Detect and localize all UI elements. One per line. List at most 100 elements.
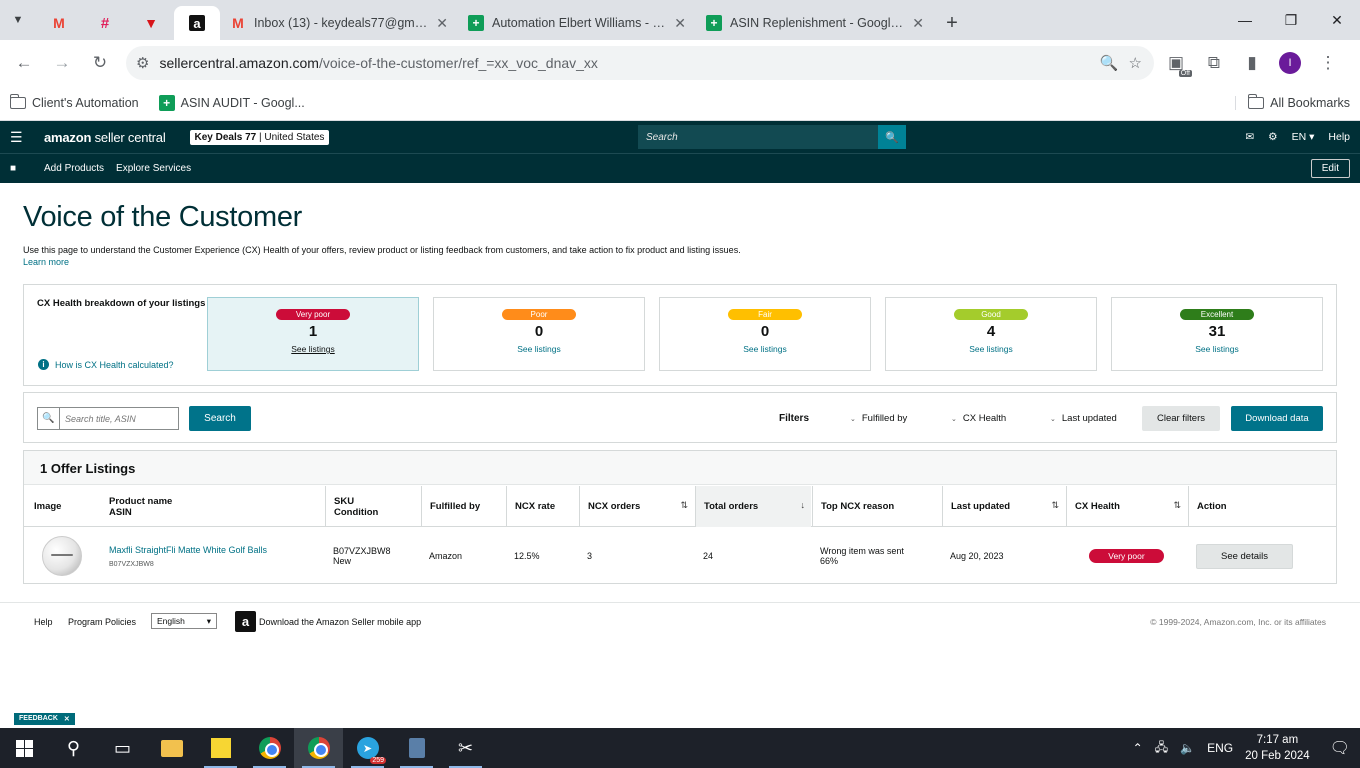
footer-policies-link[interactable]: Program Policies bbox=[68, 617, 136, 627]
side-panel-icon[interactable]: ▮ bbox=[1236, 47, 1268, 79]
download-data-button[interactable]: Download data bbox=[1231, 406, 1323, 431]
cx-health-help-link[interactable]: i How is CX Health calculated? bbox=[38, 359, 174, 370]
see-listings-link[interactable]: See listings bbox=[291, 344, 334, 354]
bookmark-asin-audit[interactable]: + ASIN AUDIT - Googl... bbox=[158, 95, 305, 111]
see-listings-link[interactable]: See listings bbox=[1195, 344, 1238, 354]
desktop-app-icon[interactable]: ▭ bbox=[98, 728, 147, 768]
extension-off-icon[interactable]: ▣ Off bbox=[1160, 47, 1192, 79]
col-sku[interactable]: SKU Condition bbox=[325, 486, 420, 527]
product-name-link[interactable]: Maxfli StraightFli Matte White Golf Ball… bbox=[109, 545, 323, 555]
file-explorer-icon[interactable] bbox=[147, 728, 196, 768]
gear-icon[interactable]: ⚙ bbox=[1268, 131, 1277, 143]
close-icon[interactable]: ✕ bbox=[912, 15, 924, 32]
search-icon[interactable]: 🔍 bbox=[878, 125, 906, 149]
search-icon[interactable]: ⚲ bbox=[49, 728, 98, 768]
forward-icon[interactable]: → bbox=[46, 47, 78, 79]
footer-app-link[interactable]: Download the Amazon Seller mobile app bbox=[259, 617, 421, 627]
site-info-icon[interactable]: ⚙ bbox=[136, 54, 149, 72]
filter-last-updated[interactable]: ⌄ Last updated bbox=[1050, 413, 1117, 424]
minimize-icon[interactable]: — bbox=[1222, 0, 1268, 40]
cx-card-very-poor[interactable]: Very poor 1 See listings bbox=[207, 297, 419, 371]
calculator-icon[interactable] bbox=[392, 728, 441, 768]
feedback-tab[interactable]: FEEDBACK ✕ bbox=[14, 713, 75, 725]
close-window-icon[interactable]: ✕ bbox=[1314, 0, 1360, 40]
listing-search-input[interactable] bbox=[60, 408, 178, 429]
filter-fulfilled-by[interactable]: ⌄ Fulfilled by bbox=[850, 413, 907, 424]
chrome-profile-icon[interactable] bbox=[294, 728, 343, 768]
telegram-icon[interactable]: ➤ 259 bbox=[343, 728, 392, 768]
help-link[interactable]: Help bbox=[1328, 131, 1350, 143]
col-cx-health[interactable]: CX Health ⇅ bbox=[1066, 486, 1187, 527]
col-last-updated[interactable]: Last updated ⇅ bbox=[942, 486, 1065, 527]
close-icon[interactable]: ✕ bbox=[674, 15, 686, 32]
clear-filters-button[interactable]: Clear filters bbox=[1142, 406, 1220, 431]
see-listings-link[interactable]: See listings bbox=[743, 344, 786, 354]
nav-add-products[interactable]: Add Products bbox=[44, 163, 104, 174]
product-image-golf-ball[interactable] bbox=[42, 536, 82, 576]
col-fulfilled-by[interactable]: Fulfilled by bbox=[421, 486, 505, 527]
close-icon[interactable]: ✕ bbox=[436, 15, 448, 32]
tab-search-chevron-icon[interactable]: ▼ bbox=[0, 0, 36, 40]
bookmark-clients-automation[interactable]: Client's Automation bbox=[9, 94, 139, 110]
address-bar[interactable]: ⚙ sellercentral.amazon.com/voice-of-the-… bbox=[126, 46, 1154, 80]
clock[interactable]: 7:17 am 20 Feb 2024 bbox=[1245, 732, 1310, 764]
seller-central-logo[interactable]: amazon seller central bbox=[44, 130, 166, 145]
close-icon[interactable]: ✕ bbox=[64, 715, 70, 723]
col-top-ncx-reason[interactable]: Top NCX reason bbox=[812, 486, 941, 527]
col-ncx-rate[interactable]: NCX rate bbox=[506, 486, 578, 527]
cx-card-excellent[interactable]: Excellent 31 See listings bbox=[1111, 297, 1323, 371]
store-selector[interactable]: Key Deals 77 | United States bbox=[189, 129, 330, 145]
header-search-input[interactable] bbox=[638, 125, 878, 149]
amazon-app-icon[interactable]: a bbox=[235, 611, 256, 632]
sort-icon[interactable]: ⇅ bbox=[1051, 500, 1059, 511]
learn-more-link[interactable]: Learn more bbox=[23, 257, 69, 267]
language-selector[interactable]: EN ▾ bbox=[1292, 131, 1315, 143]
see-details-button[interactable]: See details bbox=[1196, 543, 1293, 569]
nav-explore-services[interactable]: Explore Services bbox=[116, 163, 191, 174]
volume-icon[interactable]: 🔈 bbox=[1180, 741, 1195, 755]
search-button[interactable]: Search bbox=[189, 406, 251, 431]
reload-icon[interactable]: ↻ bbox=[84, 47, 116, 79]
col-ncx-orders[interactable]: NCX orders ⇅ bbox=[579, 486, 694, 527]
footer-help-link[interactable]: Help bbox=[34, 617, 53, 627]
see-listings-link[interactable]: See listings bbox=[969, 344, 1012, 354]
tab-asin-replenishment[interactable]: + ASIN Replenishment - Google S ✕ bbox=[696, 6, 934, 40]
star-icon[interactable]: ☆ bbox=[1129, 54, 1142, 72]
windows-start-icon[interactable] bbox=[0, 728, 49, 768]
cx-card-poor[interactable]: Poor 0 See listings bbox=[433, 297, 645, 371]
restore-icon[interactable]: ❐ bbox=[1268, 0, 1314, 40]
chrome-icon[interactable] bbox=[245, 728, 294, 768]
profile-avatar[interactable]: I bbox=[1274, 47, 1306, 79]
tab-pinned-slack[interactable]: # bbox=[82, 6, 128, 40]
footer-language-select[interactable]: English ▾ bbox=[151, 613, 217, 629]
col-product-name[interactable]: Product name ASIN bbox=[101, 486, 323, 527]
tab-pinned-vpn[interactable]: ▼ bbox=[128, 6, 174, 40]
edit-button[interactable]: Edit bbox=[1310, 159, 1350, 178]
input-language[interactable]: ENG bbox=[1207, 741, 1233, 755]
cx-card-fair[interactable]: Fair 0 See listings bbox=[659, 297, 871, 371]
see-listings-link[interactable]: See listings bbox=[517, 344, 560, 354]
tab-pinned-amazon[interactable]: a bbox=[174, 6, 220, 40]
extensions-puzzle-icon[interactable]: ⧉ bbox=[1198, 47, 1230, 79]
mail-icon[interactable]: ✉ bbox=[1245, 131, 1254, 143]
bookmark-icon[interactable]: ■ bbox=[10, 163, 32, 174]
filter-cx-health[interactable]: ⌄ CX Health bbox=[951, 413, 1006, 424]
notification-icon[interactable]: 🗨 bbox=[1330, 738, 1350, 758]
cx-card-good[interactable]: Good 4 See listings bbox=[885, 297, 1097, 371]
col-total-orders[interactable]: Total orders ↓ bbox=[695, 486, 811, 527]
tab-pinned-gmail[interactable]: M bbox=[36, 6, 82, 40]
tab-automation-sheet[interactable]: + Automation Elbert Williams - Go ✕ bbox=[458, 6, 696, 40]
sort-icon[interactable]: ⇅ bbox=[680, 500, 688, 511]
chevron-up-icon[interactable]: ⌃ bbox=[1133, 741, 1143, 755]
url-text[interactable]: sellercentral.amazon.com/voice-of-the-cu… bbox=[159, 55, 1089, 71]
network-icon[interactable]: 🖧 bbox=[1155, 738, 1168, 759]
hamburger-menu-icon[interactable]: ☰ bbox=[10, 129, 34, 146]
sort-desc-icon[interactable]: ↓ bbox=[801, 500, 806, 510]
zoom-icon[interactable]: 🔍 bbox=[1100, 54, 1119, 72]
browser-menu-icon[interactable]: ⋮ bbox=[1312, 47, 1344, 79]
sticky-notes-icon[interactable] bbox=[196, 728, 245, 768]
tab-gmail-inbox[interactable]: M Inbox (13) - keydeals77@gmail. ✕ bbox=[220, 6, 458, 40]
all-bookmarks[interactable]: All Bookmarks bbox=[1235, 94, 1350, 110]
sort-icon[interactable]: ⇅ bbox=[1173, 500, 1181, 511]
new-tab-button[interactable]: + bbox=[934, 6, 970, 40]
